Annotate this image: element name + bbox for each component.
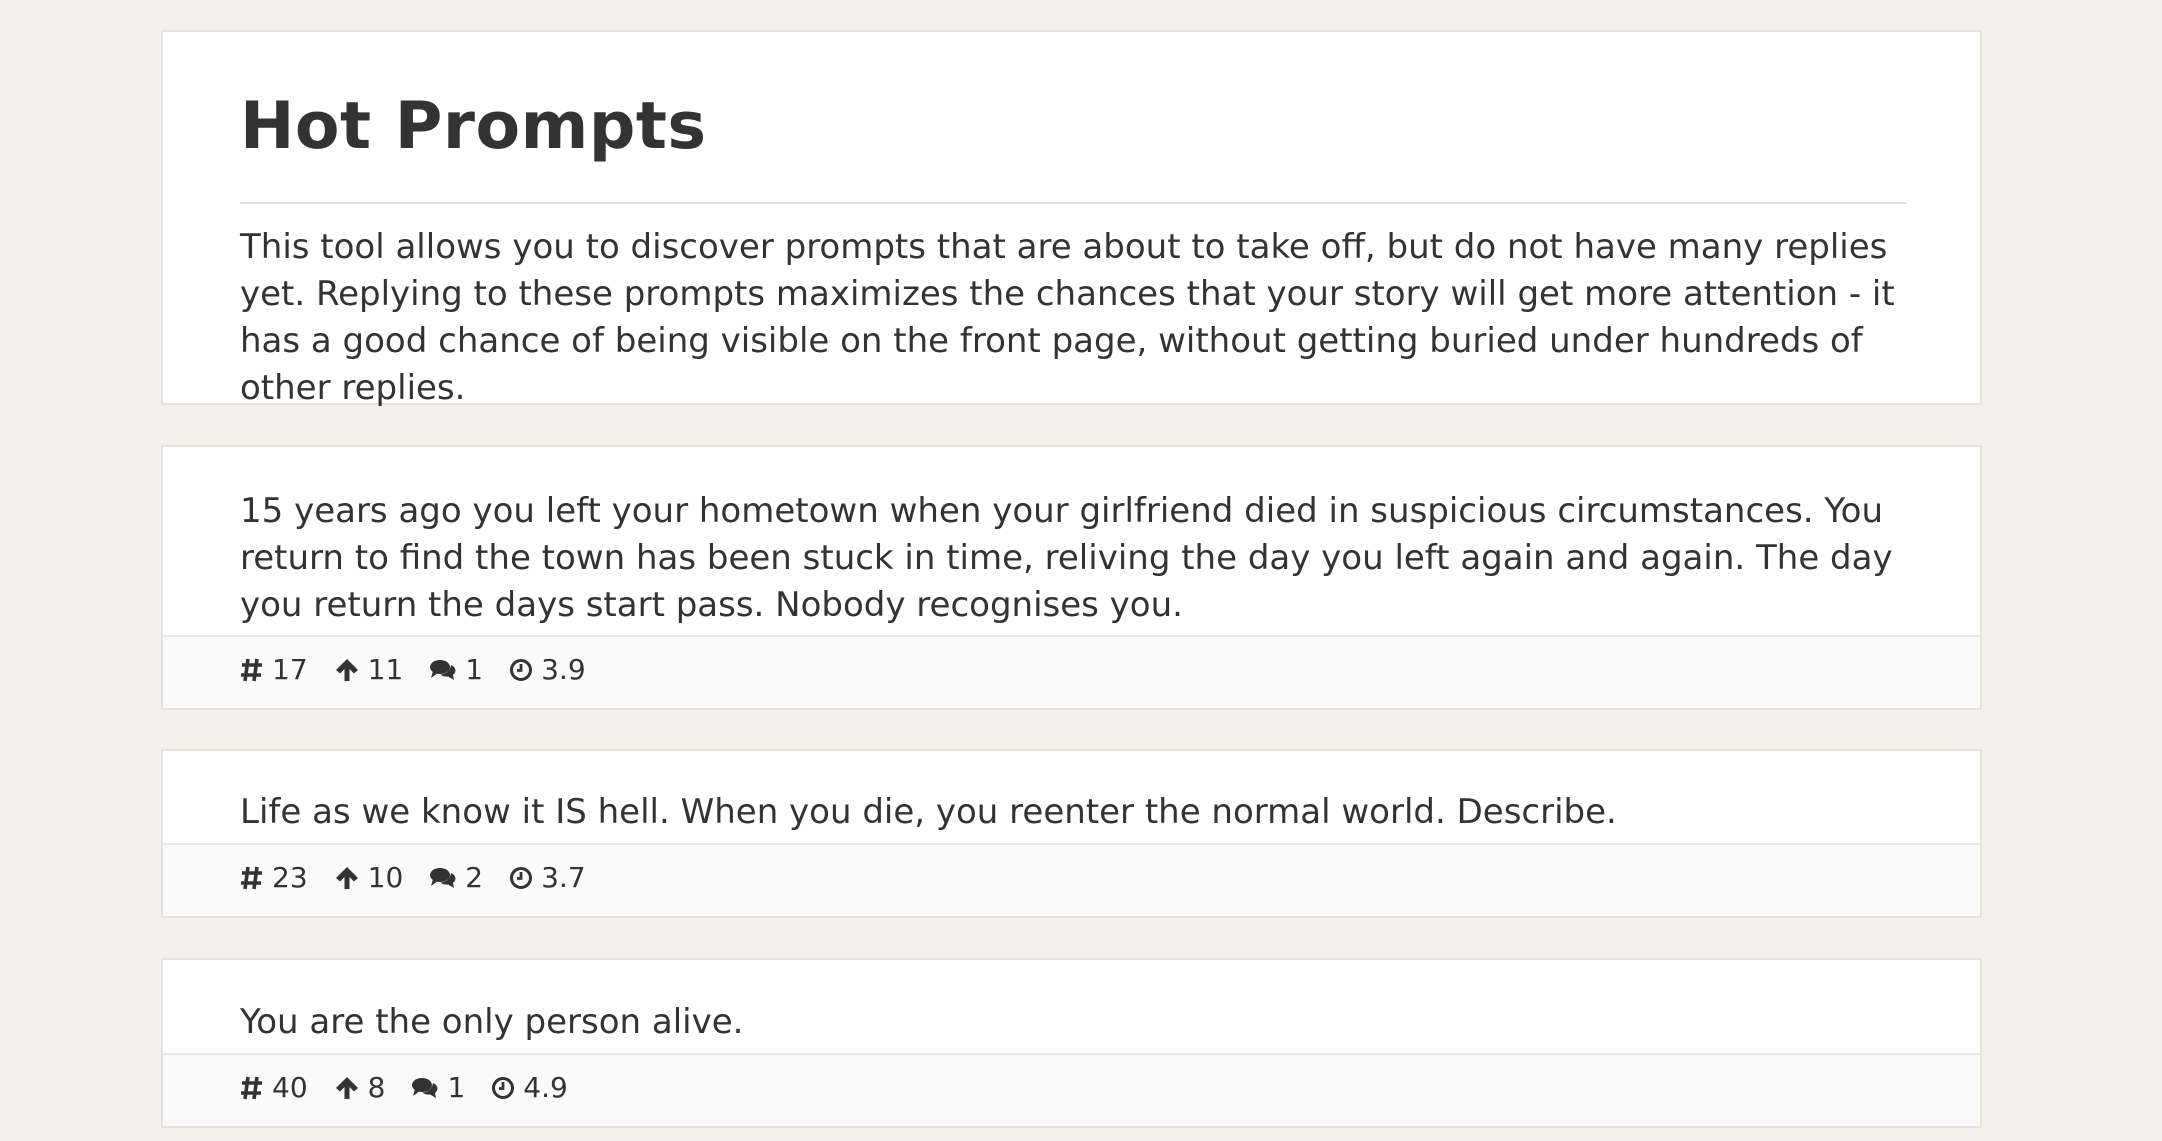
prompt-text[interactable]: Life as we know it IS hell. When you die… — [240, 789, 1930, 836]
prompt-card[interactable]: Life as we know it IS hell. When you die… — [161, 749, 1982, 918]
comments-value: 1 — [447, 1071, 466, 1104]
upvotes-value: 10 — [367, 861, 404, 894]
comments-icon — [430, 660, 456, 680]
comments-stat: 1 — [429, 650, 483, 690]
page-title: Hot Prompts — [240, 89, 707, 164]
rank-stat: 40 — [240, 1068, 308, 1108]
upvotes-stat: 8 — [334, 1068, 386, 1108]
comments-value: 1 — [465, 653, 484, 686]
comments-icon — [412, 1078, 438, 1098]
age-value: 4.9 — [523, 1071, 568, 1104]
prompt-stats-bar: 17 11 1 3.9 — [163, 635, 1980, 708]
rank-value: 17 — [272, 653, 308, 686]
prompt-text[interactable]: You are the only person alive. — [240, 999, 1930, 1046]
comments-value: 2 — [465, 861, 484, 894]
comments-stat: 2 — [429, 858, 483, 898]
prompt-text[interactable]: 15 years ago you left your hometown when… — [240, 488, 1930, 629]
upvotes-value: 11 — [367, 653, 404, 686]
comments-stat: 1 — [411, 1068, 465, 1108]
intro-panel: Hot Prompts This tool allows you to disc… — [161, 30, 1982, 408]
clock-icon — [510, 659, 533, 681]
age-stat: 3.9 — [509, 650, 586, 690]
upvotes-value: 8 — [367, 1071, 386, 1104]
upvotes-stat: 11 — [334, 650, 404, 690]
prompt-stats: 40 8 1 4.9 — [240, 1068, 594, 1108]
prompt-stats: 23 10 2 3.7 — [240, 858, 612, 898]
upvotes-stat: 10 — [334, 858, 404, 898]
arrow-up-icon — [335, 1077, 358, 1099]
page: Hot Prompts This tool allows you to disc… — [0, 0, 2162, 1141]
prompt-stats-bar: 23 10 2 3.7 — [163, 843, 1980, 916]
prompt-card[interactable]: 15 years ago you left your hometown when… — [161, 445, 1982, 710]
rank-stat: 17 — [240, 650, 308, 690]
prompt-card[interactable]: You are the only person alive. 40 8 1 4.… — [161, 958, 1982, 1128]
rank-value: 40 — [272, 1071, 308, 1104]
hashtag-icon — [241, 1076, 262, 1100]
hashtag-icon — [241, 658, 262, 682]
arrow-up-icon — [335, 659, 358, 681]
prompt-stats-bar: 40 8 1 4.9 — [163, 1053, 1980, 1126]
age-value: 3.7 — [541, 861, 586, 894]
age-value: 3.9 — [541, 653, 586, 686]
clock-icon — [510, 867, 533, 889]
title-divider — [240, 202, 1907, 204]
prompt-stats: 17 11 1 3.9 — [240, 650, 612, 690]
comments-icon — [430, 868, 456, 888]
age-stat: 4.9 — [491, 1068, 568, 1108]
page-description: This tool allows you to discover prompts… — [240, 227, 1895, 408]
arrow-up-icon — [335, 867, 358, 889]
hashtag-icon — [241, 866, 262, 890]
clock-icon — [492, 1077, 515, 1099]
age-stat: 3.7 — [509, 858, 586, 898]
rank-stat: 23 — [240, 858, 308, 898]
rank-value: 23 — [272, 861, 308, 894]
